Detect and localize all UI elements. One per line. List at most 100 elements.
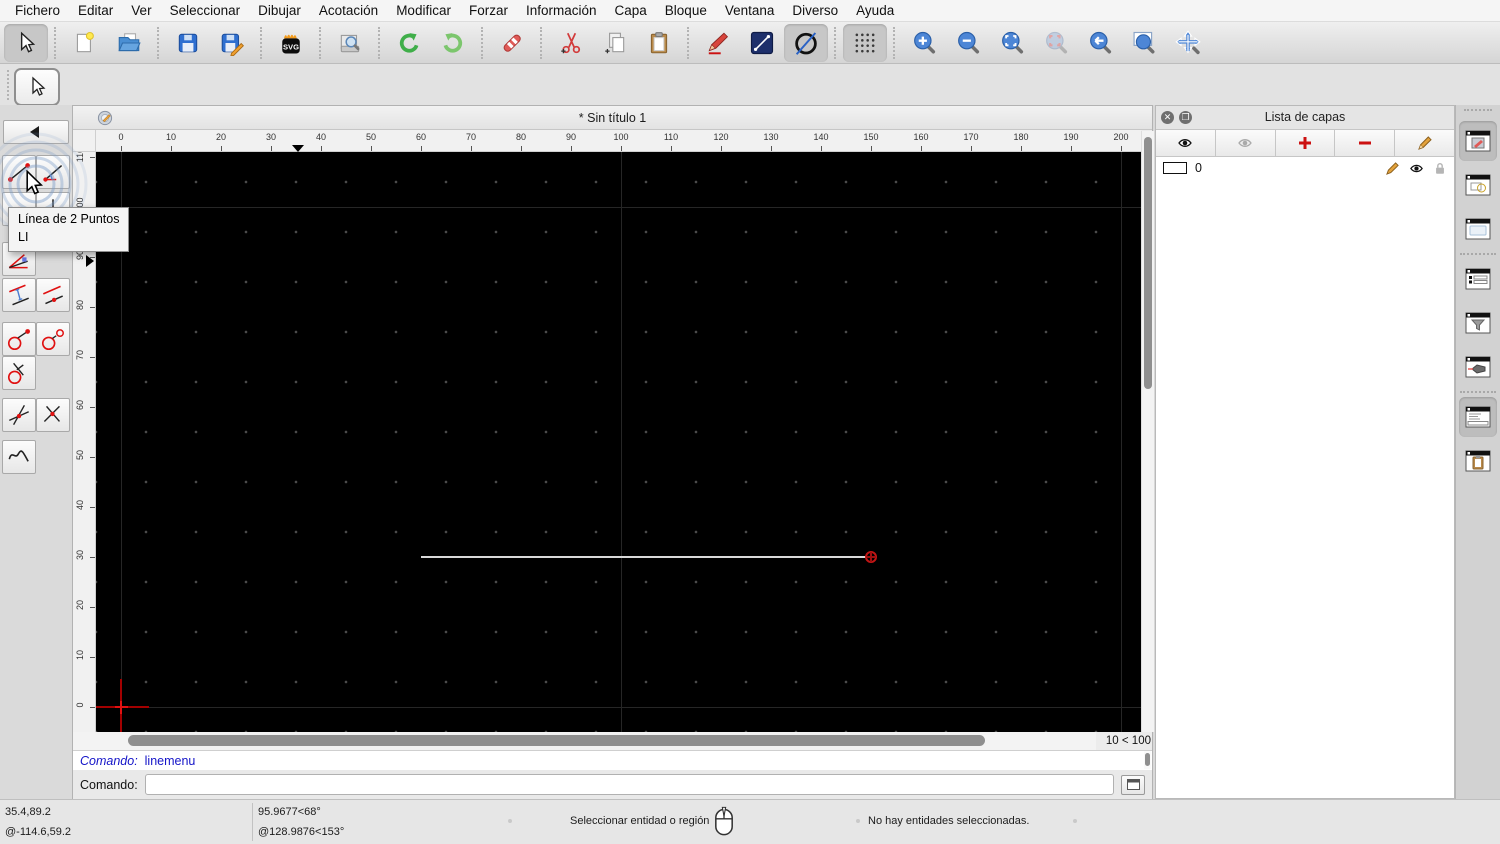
- panel-close-button[interactable]: ✕: [1161, 111, 1174, 124]
- line-entity[interactable]: [421, 556, 871, 558]
- v-ruler-label: 70: [75, 350, 85, 361]
- vertical-scrollbar[interactable]: [1141, 131, 1154, 732]
- menu-item-modificar[interactable]: Modificar: [387, 0, 460, 22]
- layer-color-swatch[interactable]: [1163, 162, 1187, 174]
- dock-library-browser-button[interactable]: [1459, 209, 1497, 249]
- add-layer-button[interactable]: [1275, 130, 1336, 156]
- tool-line-tangent-orthogonal[interactable]: [2, 356, 36, 390]
- vertical-scrollbar-thumb[interactable]: [1144, 137, 1152, 389]
- dock-layer-list-button[interactable]: [1459, 121, 1497, 161]
- zoom-in-button[interactable]: [902, 24, 946, 62]
- layer-edit-pencil-icon[interactable]: [1385, 161, 1400, 176]
- tool-line-angle[interactable]: [36, 155, 70, 189]
- selection-tool-button[interactable]: [14, 68, 60, 106]
- tool-line-tangent-circles[interactable]: [36, 322, 70, 356]
- delete-entities-button[interactable]: [490, 24, 534, 62]
- zoom-previous-button[interactable]: [1078, 24, 1122, 62]
- zoom-selected-button[interactable]: [1034, 24, 1078, 62]
- drawing-canvas[interactable]: [96, 152, 1141, 732]
- dock-block-list-button[interactable]: [1459, 165, 1497, 205]
- menu-item-dibujar[interactable]: Dibujar: [249, 0, 310, 22]
- polar-relative: @128.9876<153°: [258, 826, 345, 838]
- status-bar: 35.4,89.2 @-114.6,59.2 95.9677<68° @128.…: [0, 799, 1500, 844]
- dock-clipboard-button[interactable]: [1459, 441, 1497, 481]
- menu-item-bloque[interactable]: Bloque: [656, 0, 716, 22]
- layer-visibility-eye-icon[interactable]: [1408, 161, 1425, 176]
- menu-item-editar[interactable]: Editar: [69, 0, 122, 22]
- menu-item-acotacion[interactable]: Acotación: [310, 0, 387, 22]
- tool-line-orthogonal[interactable]: [36, 398, 70, 432]
- h-ruler-label: 0: [118, 132, 124, 142]
- export-svg-button[interactable]: SVG: [269, 24, 313, 62]
- command-history: Comando: linemenu: [73, 750, 1152, 770]
- menu-item-forzar[interactable]: Forzar: [460, 0, 517, 22]
- layer-name: 0: [1195, 161, 1202, 175]
- select-arrow-icon: [32, 76, 46, 96]
- circle-tools-button[interactable]: [784, 23, 828, 62]
- tool-line-parallel-distance[interactable]: [2, 278, 36, 312]
- print-preview-button[interactable]: [328, 24, 372, 62]
- v-ruler-label: 30: [75, 550, 85, 561]
- h-ruler-tick: [621, 146, 622, 151]
- zoom-out-button[interactable]: [946, 24, 990, 62]
- redo-button[interactable]: [431, 24, 475, 62]
- snap-grid-button[interactable]: [843, 23, 887, 62]
- menu-item-ayuda[interactable]: Ayuda: [847, 0, 903, 22]
- tool-line-tangent-point-circle[interactable]: [2, 322, 36, 356]
- selection-info: No hay entidades seleccionadas.: [868, 815, 1030, 827]
- document-title: * Sin título 1: [578, 111, 647, 125]
- tool-options-row: [0, 64, 1500, 106]
- edit-layer-button[interactable]: [1395, 130, 1454, 156]
- dock-command-line-button[interactable]: [1459, 397, 1497, 437]
- menu-item-fichero[interactable]: Fichero: [6, 0, 69, 22]
- menu-item-diverso[interactable]: Diverso: [783, 0, 847, 22]
- save-as-button[interactable]: [210, 24, 254, 62]
- panel-float-button[interactable]: ❐: [1179, 111, 1192, 124]
- zoom-auto-button[interactable]: [990, 24, 1034, 62]
- line-freehand-icon: [8, 450, 29, 462]
- cut-button[interactable]: [549, 24, 593, 62]
- draw-pen-button[interactable]: [696, 24, 740, 62]
- select-arrow-button[interactable]: [4, 23, 48, 62]
- layer-row[interactable]: 0: [1156, 157, 1454, 179]
- h-ruler-label: 80: [515, 132, 526, 142]
- tool-line-parallel-point[interactable]: [36, 278, 70, 312]
- palette-back-button[interactable]: [3, 120, 69, 144]
- command-input[interactable]: [144, 774, 1114, 795]
- history-scrollbar-thumb[interactable]: [1145, 753, 1150, 766]
- h-ruler-label: 70: [465, 132, 476, 142]
- tool-line-2-points[interactable]: [2, 155, 36, 189]
- menu-item-seleccionar[interactable]: Seleccionar: [161, 0, 250, 22]
- dock-pen-palette-button[interactable]: [1459, 347, 1497, 387]
- remove-layer-button[interactable]: [1335, 130, 1396, 156]
- paste-button[interactable]: [637, 24, 681, 62]
- menu-item-informacion[interactable]: Información: [517, 0, 606, 22]
- undo-button[interactable]: [387, 24, 431, 62]
- tool-line-relative-angle[interactable]: [2, 398, 36, 432]
- line-tools-button[interactable]: [740, 24, 784, 62]
- dock-entity-list-button[interactable]: [1459, 259, 1497, 299]
- horizontal-scrollbar[interactable]: [73, 732, 1096, 750]
- dock-selection-filter-button[interactable]: [1459, 303, 1497, 343]
- hide-all-layers-button[interactable]: [1215, 130, 1276, 156]
- new-document-icon: [76, 31, 94, 52]
- new-document-button[interactable]: [63, 24, 107, 62]
- history-scrollbar[interactable]: [1144, 751, 1151, 769]
- menu-item-capa[interactable]: Capa: [606, 0, 656, 22]
- zoom-pan-button[interactable]: [1166, 24, 1210, 62]
- tool-line-freehand[interactable]: [2, 440, 36, 474]
- zoom-window-button[interactable]: [1122, 24, 1166, 62]
- menu-item-ver[interactable]: Ver: [122, 0, 160, 22]
- save-button[interactable]: [166, 24, 210, 62]
- open-file-button[interactable]: [107, 24, 151, 62]
- redo-icon: [443, 32, 463, 53]
- toolbar-separator: [481, 26, 484, 59]
- command-detach-button[interactable]: [1121, 774, 1145, 795]
- show-all-layers-button[interactable]: [1156, 130, 1216, 156]
- drawing-window-titlebar[interactable]: * Sin título 1: [73, 106, 1152, 130]
- menu-item-ventana[interactable]: Ventana: [716, 0, 784, 22]
- toolbar-separator: [319, 26, 322, 59]
- horizontal-scrollbar-thumb[interactable]: [128, 735, 985, 746]
- copy-button[interactable]: [593, 24, 637, 62]
- layer-lock-icon[interactable]: [1433, 161, 1447, 176]
